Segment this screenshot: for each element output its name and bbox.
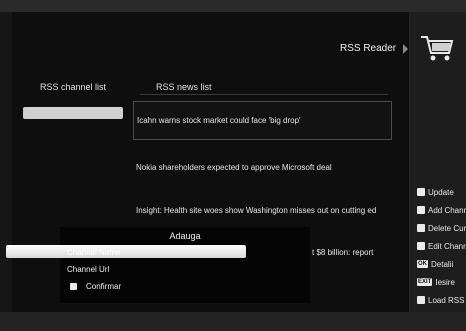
channel-name-field[interactable] bbox=[6, 245, 246, 258]
top-bar bbox=[0, 0, 466, 12]
menu-update[interactable]: Update bbox=[417, 186, 466, 198]
channel-url-label[interactable]: Channel Url bbox=[67, 265, 109, 274]
channel-name-label: Channel Name bbox=[67, 248, 121, 257]
news-item-partial[interactable]: t $8 billion: report bbox=[312, 248, 373, 257]
yellow-button-icon bbox=[417, 224, 425, 232]
ok-key-icon: OK bbox=[417, 260, 428, 268]
app-title: RSS Reader bbox=[340, 43, 397, 54]
header-divider bbox=[140, 94, 388, 95]
confirm-label: Confirmar bbox=[86, 282, 122, 291]
menu-add-channel[interactable]: Add Chann bbox=[417, 204, 466, 216]
menu-exit[interactable]: EXIT Iesire bbox=[417, 276, 466, 288]
menu-edit-channel[interactable]: Edit Chann bbox=[417, 240, 466, 252]
exit-key-icon: EXIT bbox=[417, 278, 433, 286]
dialog-title: Adauga bbox=[169, 231, 201, 241]
channel-list-item-selected[interactable] bbox=[23, 107, 123, 119]
bottom-bar bbox=[0, 312, 466, 331]
confirm-checkbox[interactable] bbox=[70, 283, 77, 290]
news-item-selected[interactable]: Icahn warns stock market could face 'big… bbox=[133, 101, 392, 140]
blue-button-icon bbox=[417, 242, 425, 250]
menu-details[interactable]: OK Detalii bbox=[417, 258, 466, 270]
menu-load-rss[interactable]: Load RSS bbox=[417, 294, 466, 306]
red-button-icon bbox=[417, 188, 425, 196]
news-item[interactable]: Nokia shareholders expected to approve M… bbox=[136, 163, 390, 172]
shopping-cart-icon bbox=[421, 36, 454, 61]
channel-list-header: RSS channel list bbox=[40, 82, 107, 92]
green-button-icon bbox=[417, 206, 425, 214]
news-item[interactable]: Insight: Health site woes show Washingto… bbox=[136, 206, 390, 215]
title-arrow-icon bbox=[403, 44, 408, 54]
load-button-icon bbox=[417, 296, 425, 304]
news-list-header: RSS news list bbox=[156, 82, 212, 92]
menu-delete-channel[interactable]: Delete Cur bbox=[417, 222, 466, 234]
